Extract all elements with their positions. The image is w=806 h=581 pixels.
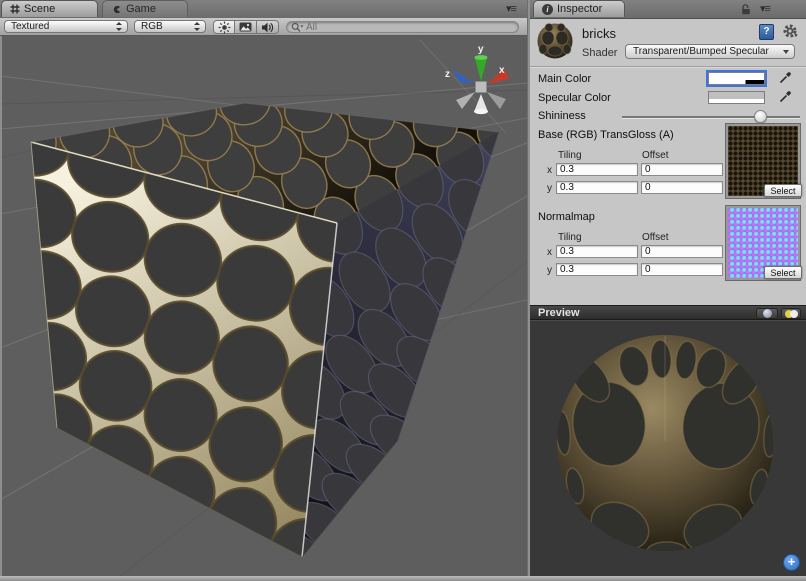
z-axis-cone[interactable] [453, 70, 474, 85]
gizmo-x-label: x [499, 65, 505, 76]
grid-icon [10, 4, 20, 14]
shininess-knob[interactable] [754, 110, 767, 123]
gizmo-y-label: y [478, 44, 484, 55]
scene-3d-view[interactable]: y z x [0, 36, 527, 576]
normal-offset-x-field[interactable] [641, 245, 723, 258]
shininess-label: Shininess [538, 110, 586, 122]
inspector-tabstrip: i Inspector ▾≡ [530, 0, 806, 19]
base-texture-select-button[interactable]: Select [764, 184, 802, 197]
shader-value: Transparent/Bumped Specular [633, 46, 769, 57]
eyedropper-icon[interactable] [778, 70, 793, 85]
alpha-bar [709, 80, 764, 84]
base-tiling-x-field[interactable] [556, 163, 638, 176]
gizmo-front-cone-base [474, 109, 488, 114]
tiling-header: Tiling [558, 232, 582, 243]
search-icon [291, 22, 304, 33]
unity-editor-window: Scene Game ▾≡ Textured RGB [0, 0, 806, 581]
section-divider [530, 66, 806, 67]
scene-viewport[interactable]: y z x [0, 36, 527, 576]
x-row-label: x [547, 165, 552, 176]
offset-header: Offset [642, 150, 669, 161]
lock-icon[interactable] [740, 3, 752, 15]
textured-cube[interactable] [0, 77, 527, 576]
preview-sphere-button[interactable] [756, 308, 778, 319]
image-icon [239, 22, 252, 32]
gear-icon[interactable] [782, 23, 800, 40]
specular-color-label: Specular Color [538, 92, 611, 104]
normal-offset-y-field[interactable] [641, 263, 723, 276]
y-axis-cone[interactable] [475, 57, 488, 81]
main-color-label: Main Color [538, 73, 591, 85]
eyedropper-icon[interactable] [778, 89, 793, 104]
material-thumbnail [535, 21, 575, 61]
normal-map-label: Normalmap [538, 211, 595, 223]
updown-arrows-icon [116, 22, 123, 31]
color-mode-value: RGB [141, 21, 163, 32]
alpha-bar [709, 99, 764, 103]
y-row-label: y [547, 265, 552, 276]
material-name: bricks [582, 26, 616, 41]
preview-light-toggle[interactable] [781, 308, 801, 319]
tiling-header: Tiling [558, 150, 582, 161]
window-edge [0, 36, 2, 576]
game-icon [111, 4, 122, 15]
sphere-icon [763, 309, 772, 318]
tab-scene[interactable]: Scene [1, 0, 98, 17]
base-offset-y-field[interactable] [641, 181, 723, 194]
normal-tiling-x-field[interactable] [556, 245, 638, 258]
base-offset-x-field[interactable] [641, 163, 723, 176]
inspector-panel: i Inspector ▾≡ [530, 0, 806, 576]
gizmo-back-cone[interactable] [456, 92, 475, 109]
light-off-icon [790, 310, 798, 318]
render-mode-dropdown[interactable]: Textured [4, 20, 128, 33]
add-preview-button[interactable]: + [783, 554, 800, 571]
window-resize-bar[interactable] [0, 576, 806, 581]
offset-header: Offset [642, 232, 669, 243]
orientation-gizmo[interactable]: y z x [445, 44, 510, 114]
tab-label: Scene [24, 3, 55, 15]
tab-game[interactable]: Game [102, 0, 188, 17]
gizmo-back-cone[interactable] [487, 92, 506, 109]
scene-panel-menu-icon[interactable]: ▾≡ [506, 2, 516, 15]
help-icon[interactable]: ? [759, 24, 774, 40]
material-preview[interactable]: + [530, 320, 806, 576]
color-mode-dropdown[interactable]: RGB [134, 20, 206, 33]
gizmo-center-cube[interactable] [476, 82, 487, 93]
render-mode-value: Textured [11, 21, 49, 32]
tab-label: Game [126, 3, 156, 15]
scene-tabstrip: Scene Game ▾≡ [0, 0, 527, 19]
shader-field-label: Shader [582, 47, 617, 59]
info-icon: i [542, 4, 553, 15]
tab-inspector[interactable]: i Inspector [533, 0, 625, 17]
audio-toggle-button[interactable] [257, 20, 279, 34]
scene-toolbar: Textured RGB [0, 18, 527, 36]
gizmo-z-label: z [445, 69, 450, 80]
search-field[interactable] [286, 21, 519, 33]
preview-header[interactable]: Preview [530, 305, 806, 320]
sun-icon [218, 21, 231, 34]
y-axis-cone-base [475, 55, 488, 60]
normal-tiling-y-field[interactable] [556, 263, 638, 276]
skybox-toggle-button[interactable] [235, 20, 257, 34]
tab-label: Inspector [557, 3, 602, 15]
updown-arrows-icon [194, 22, 201, 31]
normal-texture-select-button[interactable]: Select [764, 266, 802, 279]
preview-title: Preview [538, 307, 580, 319]
search-input[interactable] [306, 22, 514, 33]
y-row-label: y [547, 183, 552, 194]
shininess-slider[interactable] [622, 116, 800, 118]
dropdown-arrow-icon [783, 50, 789, 54]
speaker-icon [261, 21, 274, 34]
inspector-panel-menu-icon[interactable]: ▾≡ [760, 2, 770, 15]
base-map-label: Base (RGB) TransGloss (A) [538, 129, 674, 141]
specular-color-swatch[interactable] [708, 91, 765, 104]
main-color-swatch[interactable] [708, 72, 765, 85]
lighting-toggle-button[interactable] [213, 20, 235, 34]
preview-sphere-render [530, 321, 806, 577]
x-row-label: x [547, 247, 552, 258]
shader-dropdown[interactable]: Transparent/Bumped Specular [625, 44, 795, 59]
base-tiling-y-field[interactable] [556, 181, 638, 194]
